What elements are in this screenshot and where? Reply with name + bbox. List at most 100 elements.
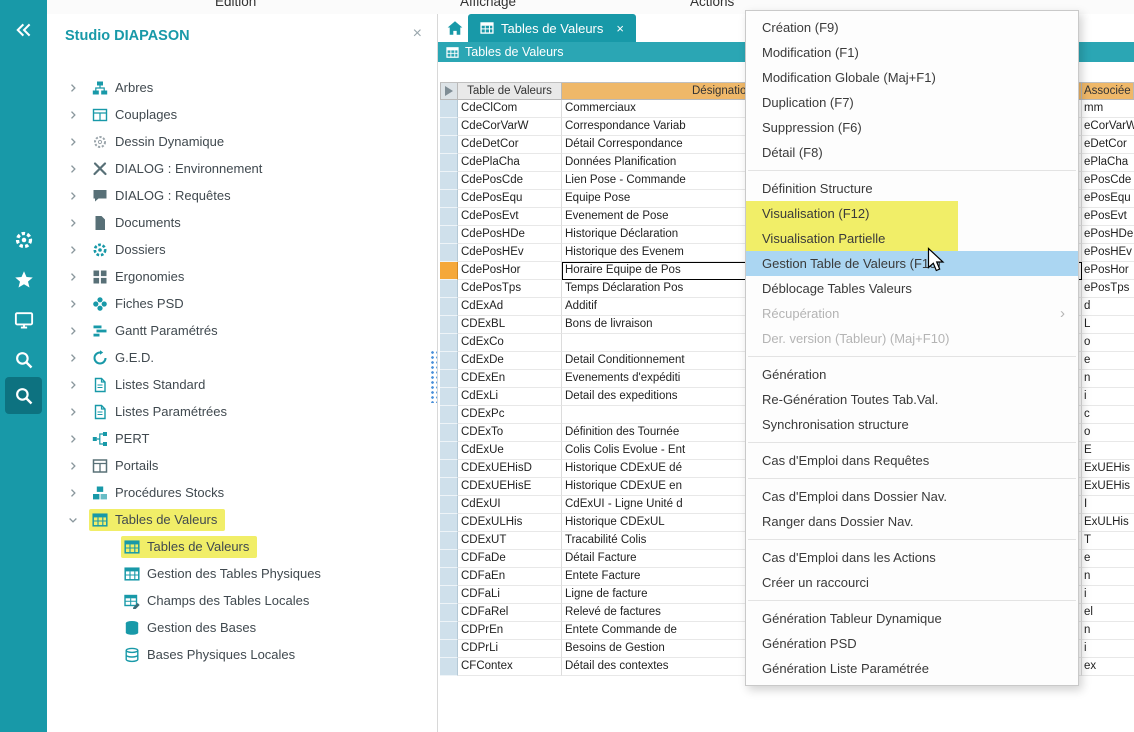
row-indicator[interactable] [440, 460, 458, 478]
row-indicator[interactable] [440, 514, 458, 532]
cell-associee[interactable]: ex [1082, 658, 1134, 676]
menu-item-modification-f1[interactable]: Modification (F1) [746, 40, 1078, 65]
menu-item-gestion-table-de-valeurs-f10[interactable]: Gestion Table de Valeurs (F10) [746, 251, 1078, 276]
row-indicator[interactable] [440, 640, 458, 658]
row-indicator[interactable] [440, 280, 458, 298]
cell-associee[interactable]: n [1082, 622, 1134, 640]
chevron-right-icon[interactable] [67, 136, 89, 148]
menubar-item-actions[interactable]: Actions [690, 0, 734, 9]
chevron-right-icon[interactable] [67, 379, 89, 391]
cell-associee[interactable]: mm [1082, 100, 1134, 118]
cell-associee[interactable]: o [1082, 424, 1134, 442]
menu-item-cas-d-emploi-dans-requ-tes[interactable]: Cas d'Emploi dans Requêtes [746, 448, 1078, 473]
cell-table-de-valeurs[interactable]: CFContex [458, 658, 562, 676]
chevron-right-icon[interactable] [67, 487, 89, 499]
cell-associee[interactable]: L [1082, 316, 1134, 334]
screens-monitor-icon[interactable] [0, 302, 47, 338]
sidebar-item-bases-physiques-locales[interactable]: Bases Physiques Locales [47, 641, 437, 668]
cell-table-de-valeurs[interactable]: CdeClCom [458, 100, 562, 118]
row-indicator[interactable] [440, 136, 458, 154]
row-indicator[interactable] [440, 442, 458, 460]
row-indicator[interactable] [440, 424, 458, 442]
cell-table-de-valeurs[interactable]: CdExUe [458, 442, 562, 460]
cell-associee[interactable]: o [1082, 334, 1134, 352]
menu-item-g-n-ration-tableur-dynamique[interactable]: Génération Tableur Dynamique [746, 606, 1078, 631]
row-indicator[interactable] [440, 172, 458, 190]
cell-table-de-valeurs[interactable]: CDFaDe [458, 550, 562, 568]
row-indicator[interactable] [440, 334, 458, 352]
cell-table-de-valeurs[interactable]: CdePosEvt [458, 208, 562, 226]
cell-table-de-valeurs[interactable]: CdExUI [458, 496, 562, 514]
cell-table-de-valeurs[interactable]: CDExPc [458, 406, 562, 424]
chevron-right-icon[interactable] [67, 190, 89, 202]
sidebar-item-proc-dures-stocks[interactable]: Procédures Stocks [47, 479, 437, 506]
cell-table-de-valeurs[interactable]: CdeCorVarW [458, 118, 562, 136]
row-indicator[interactable] [440, 298, 458, 316]
cell-associee[interactable]: eDetCor [1082, 136, 1134, 154]
row-indicator[interactable] [440, 658, 458, 676]
row-indicator[interactable] [440, 622, 458, 640]
cell-table-de-valeurs[interactable]: CdePosHor [458, 262, 562, 280]
chevron-right-icon[interactable] [67, 406, 89, 418]
sidebar-item-couplages[interactable]: Couplages [47, 101, 437, 128]
sidebar-item-champs-des-tables-locales[interactable]: Champs des Tables Locales [47, 587, 437, 614]
cell-associee[interactable]: ePosHor [1082, 262, 1134, 280]
cell-table-de-valeurs[interactable]: CdExAd [458, 298, 562, 316]
cell-associee[interactable]: n [1082, 568, 1134, 586]
chevron-right-icon[interactable] [67, 433, 89, 445]
search-active-icon[interactable] [5, 377, 42, 414]
menu-item-visualisation-f12[interactable]: Visualisation (F12) [746, 201, 1078, 226]
cell-associee[interactable]: i [1082, 640, 1134, 658]
cell-table-de-valeurs[interactable]: CDPrLi [458, 640, 562, 658]
cell-associee[interactable]: ExUEHis [1082, 460, 1134, 478]
cell-associee[interactable]: ExUEHis [1082, 478, 1134, 496]
menu-item-d-tail-f8[interactable]: Détail (F8) [746, 140, 1078, 165]
sidebar-item-gestion-des-bases[interactable]: Gestion des Bases [47, 614, 437, 641]
cell-associee[interactable]: ePosTps [1082, 280, 1134, 298]
sidebar-item-listes-param-tr-es[interactable]: Listes Paramétrées [47, 398, 437, 425]
cell-associee[interactable]: T [1082, 532, 1134, 550]
row-indicator[interactable] [440, 496, 458, 514]
row-indicator[interactable] [440, 388, 458, 406]
cell-table-de-valeurs[interactable]: CDExULHis [458, 514, 562, 532]
cell-table-de-valeurs[interactable]: CDFaEn [458, 568, 562, 586]
sidebar-item-tables-de-valeurs[interactable]: Tables de Valeurs [47, 533, 437, 560]
cell-table-de-valeurs[interactable]: CDExUEHisE [458, 478, 562, 496]
cell-associee[interactable]: d [1082, 298, 1134, 316]
cell-associee[interactable]: E [1082, 442, 1134, 460]
sidebar-item-listes-standard[interactable]: Listes Standard [47, 371, 437, 398]
cell-associee[interactable]: I [1082, 496, 1134, 514]
cell-table-de-valeurs[interactable]: CDExBL [458, 316, 562, 334]
chevron-right-icon[interactable] [67, 82, 89, 94]
menu-item-cr-ation-f9[interactable]: Création (F9) [746, 15, 1078, 40]
menu-item-g-n-ration-liste-param-tr-e[interactable]: Génération Liste Paramétrée [746, 656, 1078, 681]
cell-table-de-valeurs[interactable]: CDExTo [458, 424, 562, 442]
row-indicator[interactable] [440, 352, 458, 370]
menu-item-re-g-n-ration-toutes-tab-val[interactable]: Re-Génération Toutes Tab.Val. [746, 387, 1078, 412]
row-indicator[interactable] [440, 190, 458, 208]
cell-associee[interactable]: n [1082, 370, 1134, 388]
cell-table-de-valeurs[interactable]: CdExLi [458, 388, 562, 406]
menu-item-d-finition-structure[interactable]: Définition Structure [746, 176, 1078, 201]
collapse-sidebar-icon[interactable] [0, 12, 47, 48]
cell-table-de-valeurs[interactable]: CdePosHEv [458, 244, 562, 262]
menu-item-cas-d-emploi-dans-dossier-nav[interactable]: Cas d'Emploi dans Dossier Nav. [746, 484, 1078, 509]
sidebar-item-portails[interactable]: Portails [47, 452, 437, 479]
chevron-right-icon[interactable] [67, 244, 89, 256]
row-indicator[interactable] [440, 568, 458, 586]
tab-tables-de-valeurs[interactable]: Tables de Valeurs × [468, 14, 636, 42]
column-header-table-de-valeurs[interactable]: Table de Valeurs [458, 83, 562, 100]
row-indicator[interactable] [440, 100, 458, 118]
cell-associee[interactable]: ePosCde [1082, 172, 1134, 190]
cell-associee[interactable]: ePosEvt [1082, 208, 1134, 226]
menubar-item-edition[interactable]: Edition [215, 0, 256, 9]
sidebar-item-pert[interactable]: PERT [47, 425, 437, 452]
menu-item-cas-d-emploi-dans-les-actions[interactable]: Cas d'Emploi dans les Actions [746, 545, 1078, 570]
chevron-right-icon[interactable] [67, 217, 89, 229]
chevron-right-icon[interactable] [67, 298, 89, 310]
sidebar-item-gestion-des-tables-physiques[interactable]: Gestion des Tables Physiques [47, 560, 437, 587]
row-indicator[interactable] [440, 604, 458, 622]
home-tab-icon[interactable] [446, 19, 466, 39]
sidebar-item-ergonomies[interactable]: Ergonomies [47, 263, 437, 290]
menu-item-d-blocage-tables-valeurs[interactable]: Déblocage Tables Valeurs [746, 276, 1078, 301]
